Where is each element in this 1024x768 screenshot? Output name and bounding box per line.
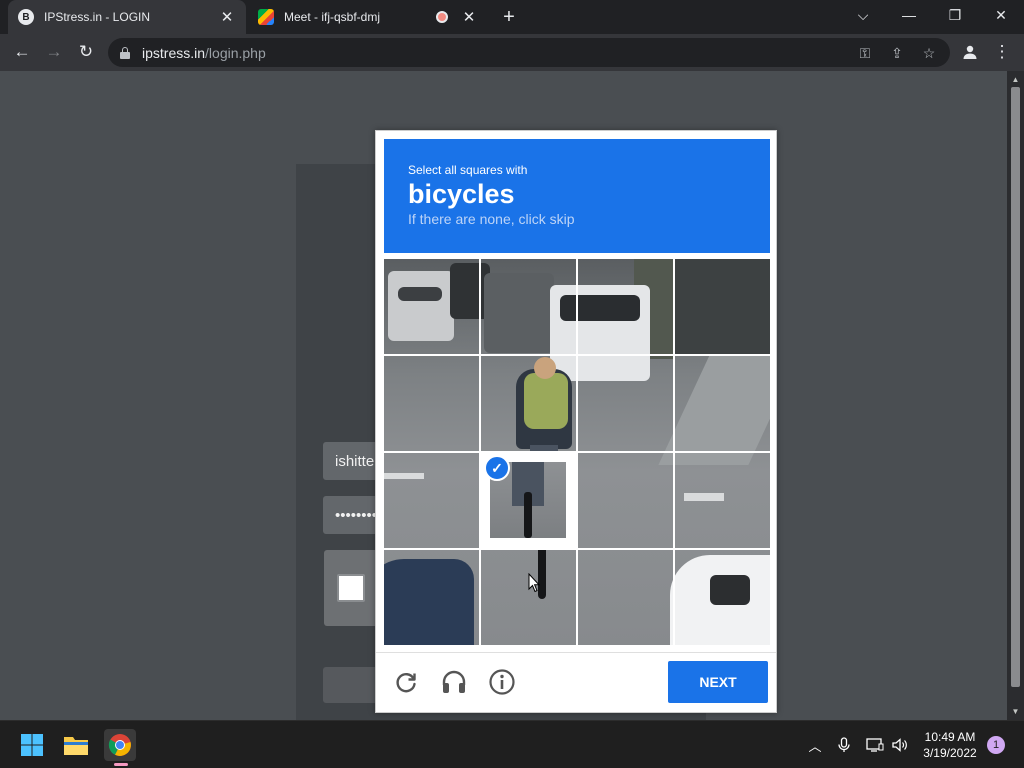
profile-icon	[963, 45, 977, 59]
browser-toolbar: ← → ↻ ipstress.in/login.php ⚿ ⇪ ☆ ⋮	[0, 34, 1024, 71]
file-explorer-button[interactable]	[60, 729, 92, 761]
window-close-button[interactable]: ✕	[978, 0, 1024, 30]
minimize-button[interactable]: —	[886, 0, 932, 30]
folder-icon	[64, 737, 88, 755]
recording-indicator-icon	[436, 11, 448, 23]
url-path: /login.php	[205, 44, 266, 61]
address-bar[interactable]: ipstress.in/login.php ⚿ ⇪ ☆	[108, 38, 950, 67]
captcha-image-grid: ✓	[384, 259, 770, 645]
menu-button[interactable]: ⋮	[990, 40, 1014, 64]
clock-time: 10:49 AM	[924, 730, 976, 744]
tab-strip: B IPStress.in - LOGIN ✕ Meet - ifj-qsbf-…	[0, 0, 1024, 34]
tab-close-icon[interactable]: ✕	[218, 8, 236, 26]
clock-date: 3/19/2022	[923, 746, 977, 760]
network-icon[interactable]	[865, 735, 885, 755]
scroll-up-icon[interactable]: ▲	[1011, 73, 1020, 85]
captcha-tile[interactable]	[384, 259, 479, 354]
tab-meet[interactable]: Meet - ifj-qsbf-dmj ✕	[248, 0, 488, 34]
captcha-tile[interactable]	[384, 550, 479, 645]
captcha-tile[interactable]	[578, 356, 673, 451]
start-button[interactable]	[16, 729, 48, 761]
active-app-indicator	[114, 763, 128, 766]
audio-challenge-icon[interactable]	[439, 667, 469, 697]
tab-title: Meet - ifj-qsbf-dmj	[284, 10, 381, 24]
tab-title: IPStress.in - LOGIN	[44, 10, 151, 24]
captcha-tile[interactable]	[384, 453, 479, 548]
recaptcha-checkbox[interactable]	[337, 574, 365, 602]
captcha-tile[interactable]	[578, 259, 673, 354]
ipstress-favicon-icon: B	[18, 9, 34, 25]
lock-icon[interactable]	[120, 46, 130, 59]
info-icon[interactable]	[487, 667, 517, 697]
captcha-tile[interactable]	[675, 259, 770, 354]
captcha-instruction: Select all squares with	[408, 163, 528, 177]
meet-favicon-icon	[258, 9, 274, 25]
chrome-icon	[108, 734, 131, 756]
windows-logo-icon	[21, 734, 43, 756]
captcha-tile[interactable]	[675, 453, 770, 548]
captcha-target: bicycles	[408, 179, 515, 209]
footer-divider	[376, 652, 776, 653]
tab-search-icon[interactable]: ⌵	[840, 0, 886, 30]
page-scrollbar[interactable]: ▲ ▼	[1007, 71, 1024, 720]
reload-button[interactable]: ↻	[74, 40, 98, 64]
login-button[interactable]	[323, 667, 383, 703]
forward-button[interactable]: →	[42, 40, 66, 64]
captcha-tile[interactable]	[578, 453, 673, 548]
mouse-cursor-icon	[528, 573, 540, 593]
captcha-tile[interactable]	[675, 356, 770, 451]
username-field[interactable]: ishitte	[323, 442, 383, 480]
captcha-tile[interactable]	[384, 356, 479, 451]
back-button[interactable]: ←	[10, 40, 34, 64]
captcha-hint: If there are none, click skip	[408, 211, 575, 227]
captcha-tile[interactable]	[675, 550, 770, 645]
url-host: ipstress.in	[142, 44, 206, 61]
captcha-challenge: Select all squares with bicycles If ther…	[375, 130, 777, 713]
scroll-down-icon[interactable]: ▼	[1011, 705, 1020, 717]
share-icon[interactable]: ⇪	[888, 44, 906, 62]
new-tab-button[interactable]: +	[498, 6, 520, 28]
tray-overflow-chevron-icon[interactable]: ︿	[805, 735, 825, 755]
tab-ipstress[interactable]: B IPStress.in - LOGIN ✕	[8, 0, 246, 34]
profile-button[interactable]	[958, 40, 982, 64]
microphone-icon[interactable]	[834, 735, 854, 755]
captcha-tile[interactable]	[481, 259, 576, 354]
scroll-thumb[interactable]	[1011, 87, 1020, 687]
system-clock[interactable]: 10:49 AM 3/19/2022	[915, 729, 985, 761]
captcha-tile[interactable]	[481, 550, 576, 645]
chrome-taskbar-button[interactable]	[104, 729, 136, 761]
password-key-icon[interactable]: ⚿	[856, 44, 874, 62]
volume-icon[interactable]	[890, 735, 910, 755]
next-button[interactable]: NEXT	[668, 661, 768, 703]
notification-badge[interactable]: 1	[987, 736, 1005, 754]
tab-close-icon[interactable]: ✕	[460, 8, 478, 26]
captcha-tile[interactable]	[578, 550, 673, 645]
windows-taskbar: ︿ 10:49 AM 3/19/2022 1	[0, 720, 1024, 768]
reload-challenge-icon[interactable]	[391, 667, 421, 697]
password-field[interactable]: ••••••••	[323, 496, 383, 534]
tile-selected-check-icon: ✓	[484, 455, 510, 481]
bookmark-star-icon[interactable]: ☆	[920, 44, 938, 62]
restore-button[interactable]: ❐	[932, 0, 978, 30]
captcha-tile[interactable]	[481, 356, 576, 451]
captcha-header: Select all squares with bicycles If ther…	[384, 139, 770, 253]
